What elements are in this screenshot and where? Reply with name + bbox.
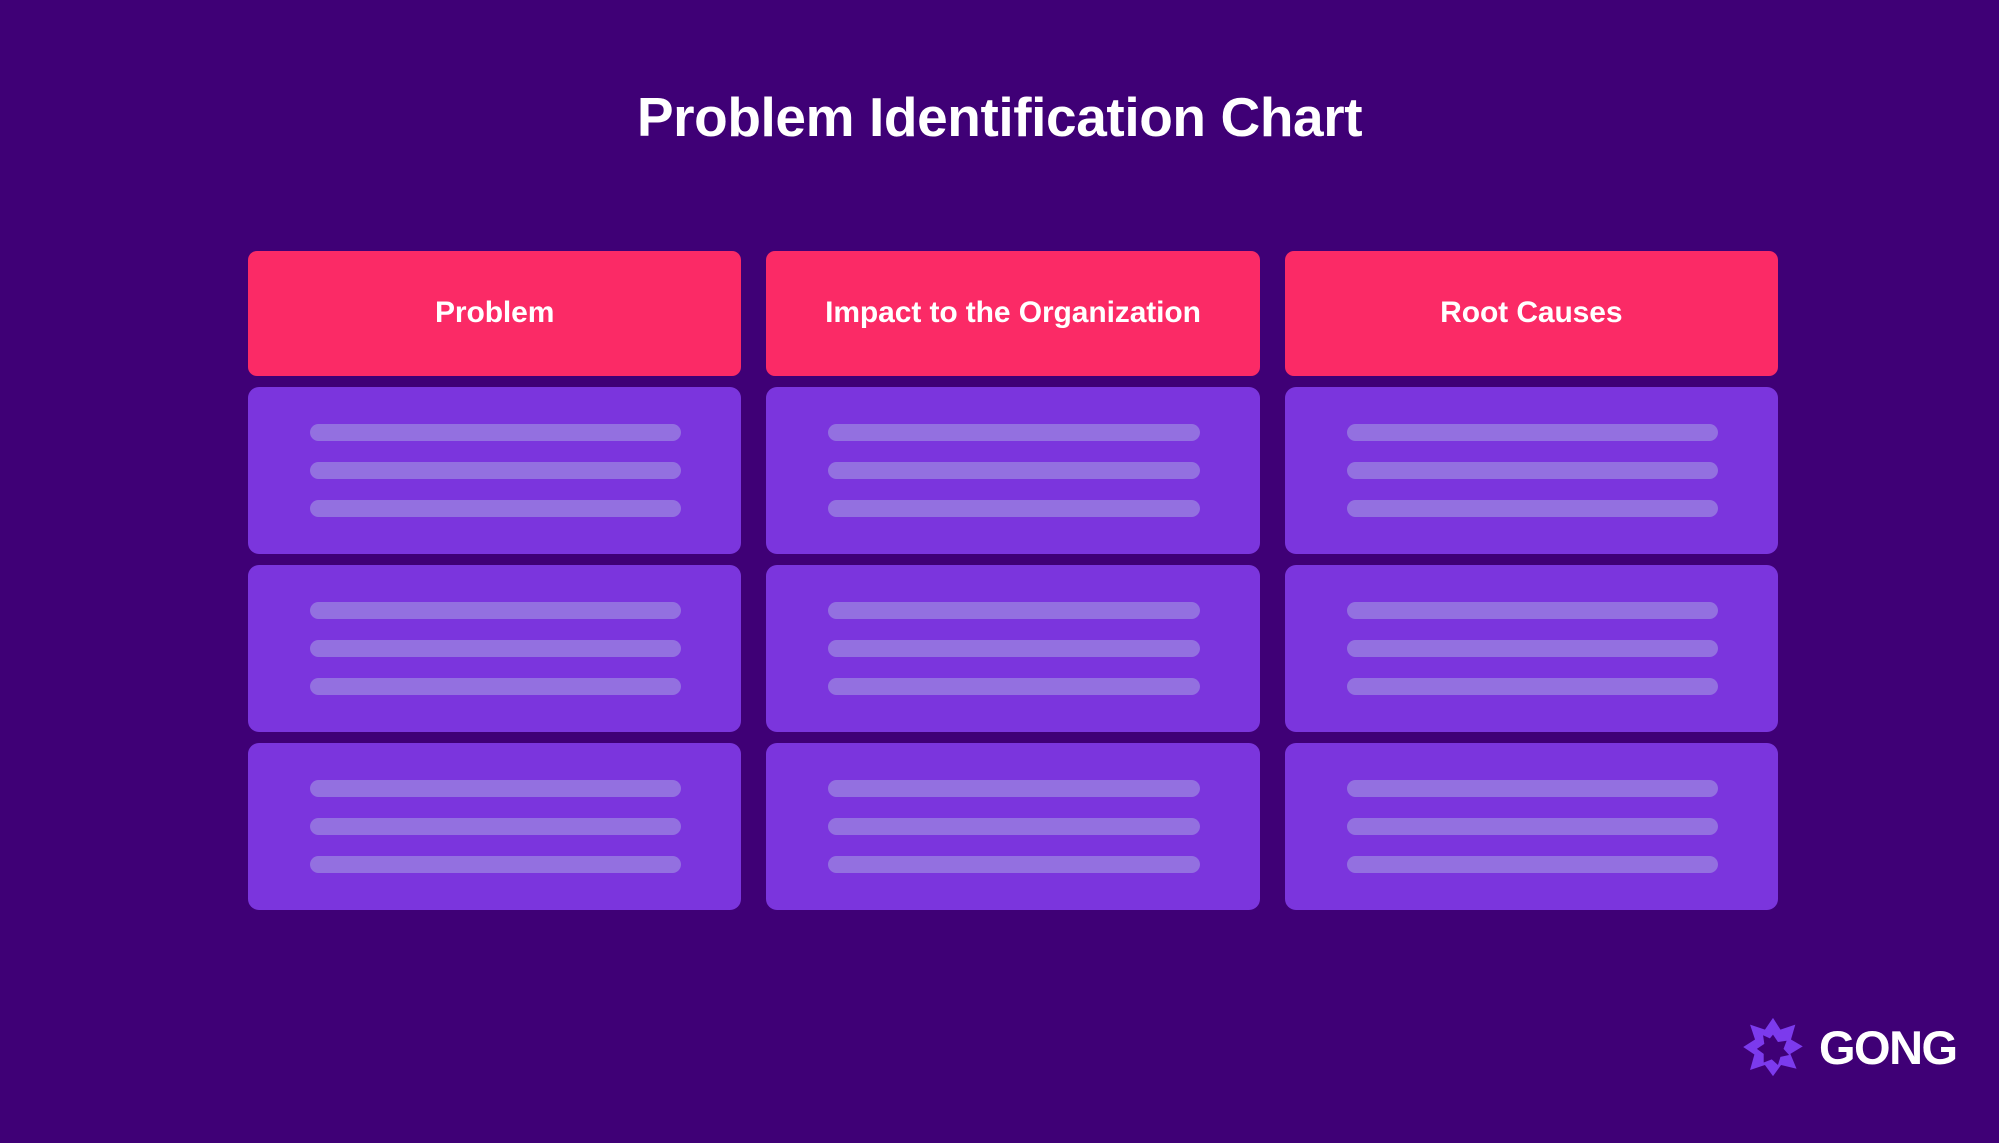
column-header-label: Problem [434,296,555,330]
column-header-impact[interactable]: Impact to the Organization [766,251,1260,376]
table-cell-problem-1[interactable] [248,387,742,554]
placeholder-line [828,424,1200,441]
table-cell-impact-2[interactable] [766,565,1260,732]
placeholder-line [310,780,682,797]
table-cell-root-causes-2[interactable] [1284,565,1778,732]
placeholder-line [828,640,1200,657]
column-header-problem[interactable]: Problem [248,251,742,376]
gong-wordmark: GONG [1819,1020,1958,1074]
table-cell-impact-1[interactable] [766,387,1260,554]
placeholder-line [310,602,682,619]
placeholder-line [828,602,1200,619]
column-header-label: Impact to the Organization [825,296,1201,330]
table-cell-root-causes-1[interactable] [1284,387,1778,554]
table-cell-problem-3[interactable] [248,743,742,910]
placeholder-line [310,424,682,441]
placeholder-line [1346,640,1718,657]
problem-identification-table: Problem Impact to the Organization Root … [248,251,1778,910]
placeholder-line [310,818,682,835]
gong-starburst-icon [1743,1017,1803,1077]
table-row [248,743,1778,910]
page-title: Problem Identification Chart [636,86,1363,148]
placeholder-line [1346,678,1718,695]
table-header-row: Problem Impact to the Organization Root … [248,251,1778,376]
placeholder-line [310,640,682,657]
placeholder-line [1346,424,1718,441]
placeholder-line [310,678,682,695]
placeholder-line [828,780,1200,797]
placeholder-line [310,500,682,517]
placeholder-line [1346,780,1718,797]
placeholder-line [1346,500,1718,517]
placeholder-line [1346,602,1718,619]
placeholder-line [1346,462,1718,479]
placeholder-line [828,462,1200,479]
table-cell-impact-3[interactable] [766,743,1260,910]
placeholder-line [828,856,1200,873]
placeholder-line [828,500,1200,517]
table-cell-problem-2[interactable] [248,565,742,732]
table-row [248,387,1778,554]
placeholder-line [828,818,1200,835]
placeholder-line [310,462,682,479]
placeholder-line [310,856,682,873]
column-header-label: Root Causes [1440,296,1623,330]
placeholder-line [1346,856,1718,873]
slide-canvas: Problem Identification Chart Problem Imp… [0,0,1999,1143]
column-header-root-causes[interactable]: Root Causes [1284,251,1778,376]
placeholder-line [1346,818,1718,835]
placeholder-line [828,678,1200,695]
table-cell-root-causes-3[interactable] [1284,743,1778,910]
brand-logo: GONG [1742,1016,1958,1078]
table-row [248,565,1778,732]
